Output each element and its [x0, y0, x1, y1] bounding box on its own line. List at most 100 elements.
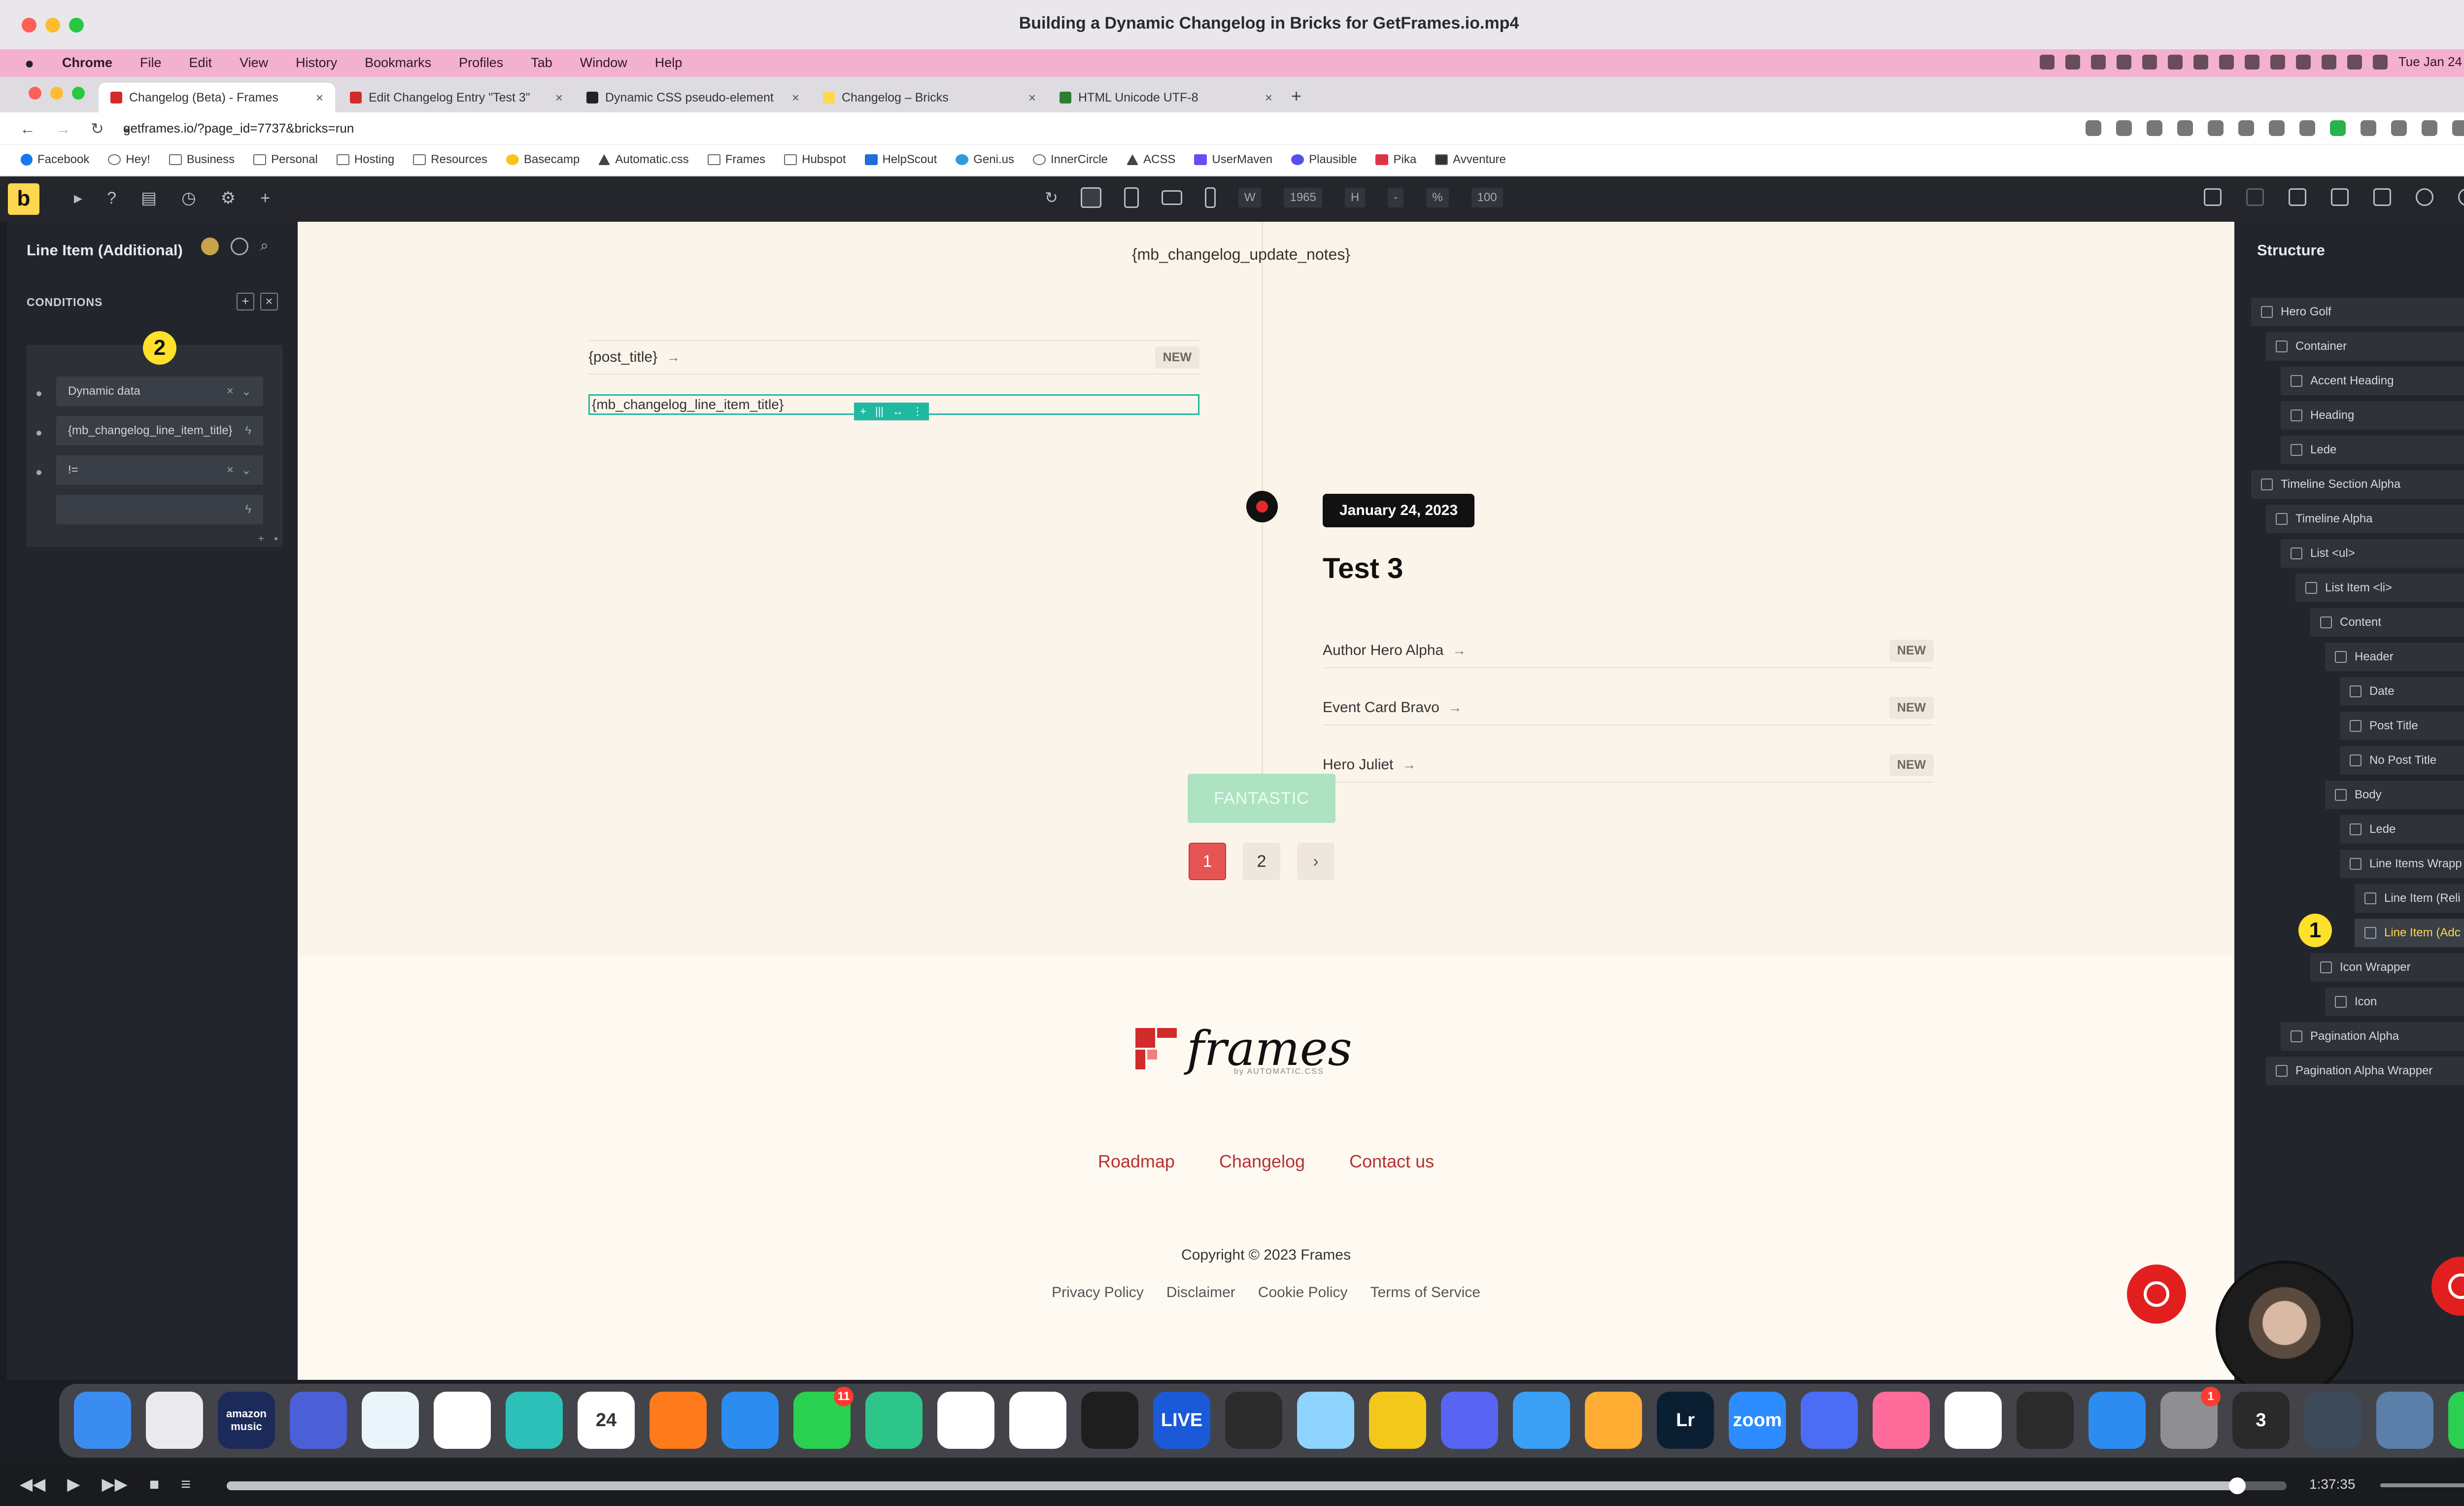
structure-item[interactable]: List <ul> [2281, 539, 2464, 568]
status-icon[interactable] [2090, 54, 2106, 69]
clear-icon[interactable]: × [227, 463, 234, 478]
structure-item[interactable]: Content [2310, 608, 2464, 637]
condition-value-input[interactable]: ϟ [56, 495, 263, 524]
structure-item[interactable]: Heading [2281, 401, 2464, 430]
pagination-page-1[interactable]: 1 [1189, 843, 1226, 880]
dock-app-amazon-music[interactable]: amazon music [218, 1392, 275, 1449]
bookmark-pika[interactable]: Pika [1375, 153, 1416, 167]
structure-item[interactable]: Lede [2340, 815, 2464, 844]
structure-item[interactable]: Line Items Wrapp [2340, 850, 2464, 878]
list-item[interactable]: Author Hero Alpha → NEW [1323, 634, 1934, 668]
add-icon[interactable]: + [860, 405, 866, 418]
dock-app-zoom[interactable]: zoom [1729, 1392, 1786, 1449]
undo-icon[interactable] [2204, 188, 2222, 206]
structure-item[interactable]: Timeline Section Alpha [2251, 470, 2464, 499]
bookmark-hey[interactable]: Hey! [108, 153, 150, 167]
structure-item[interactable]: Post Title [2340, 712, 2464, 740]
selected-line-item[interactable]: {mb_changelog_line_item_title} + ||| ↔ ⋮ [588, 394, 1199, 420]
status-icon[interactable] [2193, 54, 2208, 69]
fast-forward-icon[interactable]: ▶▶ [102, 1474, 127, 1494]
refresh-icon[interactable]: ↻ [1045, 188, 1058, 207]
add-element-icon[interactable]: + [260, 189, 270, 208]
footer-link-changelog[interactable]: Changelog [1219, 1151, 1305, 1172]
height-input[interactable]: - [1388, 188, 1404, 207]
extension-icon[interactable] [2238, 120, 2254, 136]
desktop-breakpoint-icon[interactable] [1080, 187, 1101, 208]
bookmark-resources[interactable]: Resources [413, 153, 487, 167]
move-icon[interactable]: ↔ [892, 405, 903, 418]
templates-icon[interactable] [2331, 188, 2349, 206]
url-field[interactable]: getframes.io/?page_id=7737&bricks=run [123, 121, 354, 136]
tab-dynamic-css[interactable]: Dynamic CSS pseudo-element × [575, 83, 811, 112]
dock-app-app-store[interactable] [2088, 1392, 2146, 1449]
status-icon[interactable] [2142, 54, 2157, 69]
dock-app-camera[interactable]: 3 [2232, 1392, 2290, 1449]
bookmark-hubspot[interactable]: Hubspot [784, 153, 846, 167]
dock-app-telegram[interactable] [362, 1392, 419, 1449]
bookmark-avventure[interactable]: Avventure [1435, 153, 1506, 167]
dock-app-logo[interactable] [1801, 1392, 1858, 1449]
dock-app-figma[interactable] [1081, 1392, 1138, 1449]
dock-app-chrome[interactable] [434, 1392, 491, 1449]
extension-icon[interactable] [2330, 120, 2346, 136]
status-icon[interactable] [2295, 54, 2311, 69]
bookmark-frames[interactable]: Frames [707, 153, 765, 167]
bookmark-helpscout[interactable]: HelpScout [864, 153, 937, 167]
dock-app-lightroom[interactable]: Lr [1657, 1392, 1714, 1449]
dock-app-messages[interactable]: 11 [793, 1387, 854, 1449]
extension-icon[interactable] [2269, 120, 2285, 136]
bookmark-business[interactable]: Business [169, 153, 235, 167]
condition-compare-select[interactable]: != × ⌄ [56, 455, 263, 485]
menu-help[interactable]: Help [655, 55, 683, 70]
redo-icon[interactable] [2246, 188, 2264, 206]
structure-item[interactable]: Body [2325, 781, 2464, 809]
star-icon[interactable] [2116, 120, 2132, 136]
dock-app-firefox[interactable] [650, 1392, 707, 1449]
menu-datetime[interactable]: Tue Jan 24 3:41 PM [2398, 54, 2464, 69]
structure-item[interactable]: Line Item (Reli [2355, 884, 2464, 913]
update-notes[interactable]: {mb_changelog_update_notes} [928, 245, 1350, 264]
list-item[interactable]: Event Card Bravo → NEW [1323, 691, 1934, 725]
extension-icon[interactable] [2361, 120, 2376, 136]
dock-app-finder[interactable] [74, 1392, 131, 1449]
dock-app-cleanshot[interactable] [1873, 1392, 1930, 1449]
preview-icon[interactable] [2458, 188, 2464, 206]
bookmark-facebook[interactable]: Facebook [21, 153, 89, 167]
tab-changelog-beta[interactable]: Changelog (Beta) - Frames × [99, 83, 335, 112]
dynamic-data-icon[interactable]: ϟ [245, 424, 251, 438]
extension-icon[interactable] [2147, 120, 2162, 136]
status-icon[interactable] [2065, 54, 2080, 69]
chat-bubble-icon[interactable] [2431, 1257, 2464, 1316]
search-icon[interactable] [2347, 54, 2362, 69]
footer-link-roadmap[interactable]: Roadmap [1098, 1151, 1175, 1172]
structure-item[interactable]: Header [2325, 643, 2464, 671]
extension-icon[interactable] [2177, 120, 2193, 136]
settings-icon[interactable]: ⚙ [221, 188, 236, 208]
close-browser-button[interactable] [29, 87, 41, 100]
legal-link-cookie[interactable]: Cookie Policy [1258, 1284, 1348, 1301]
dock-app-sketch[interactable] [865, 1392, 923, 1449]
tab-html-unicode[interactable]: HTML Unicode UTF-8 × [1048, 83, 1284, 112]
close-tab-icon[interactable]: × [316, 90, 323, 105]
status-icon[interactable] [2039, 54, 2054, 69]
pagination-page-2[interactable]: 2 [1243, 843, 1280, 880]
width-input[interactable]: 1965 [1284, 188, 1322, 207]
close-tab-icon[interactable]: × [1265, 90, 1272, 105]
add-row-icon[interactable]: + [258, 532, 264, 545]
close-tab-icon[interactable]: × [555, 90, 563, 105]
bookmark-plausible[interactable]: Plausible [1291, 153, 1357, 167]
extension-icon[interactable] [2208, 120, 2224, 136]
bookmark-usermaven[interactable]: UserMaven [1194, 153, 1272, 167]
status-icon[interactable] [2167, 54, 2183, 69]
mobile-landscape-icon[interactable] [1161, 190, 1182, 205]
apple-icon[interactable]: ● [25, 54, 34, 72]
menu-view[interactable]: View [240, 55, 268, 70]
volume-slider[interactable] [2380, 1483, 2464, 1487]
menu-history[interactable]: History [296, 55, 337, 70]
structure-item[interactable]: Pagination Alpha Wrapper [2266, 1057, 2464, 1085]
dock-app-grammarly[interactable] [1009, 1392, 1066, 1449]
menu-window[interactable]: Window [580, 55, 627, 70]
legal-link-privacy[interactable]: Privacy Policy [1052, 1284, 1144, 1301]
legal-link-disclaimer[interactable]: Disclaimer [1166, 1284, 1235, 1301]
bookmark-automatic-css[interactable]: Automatic.css [598, 153, 689, 167]
